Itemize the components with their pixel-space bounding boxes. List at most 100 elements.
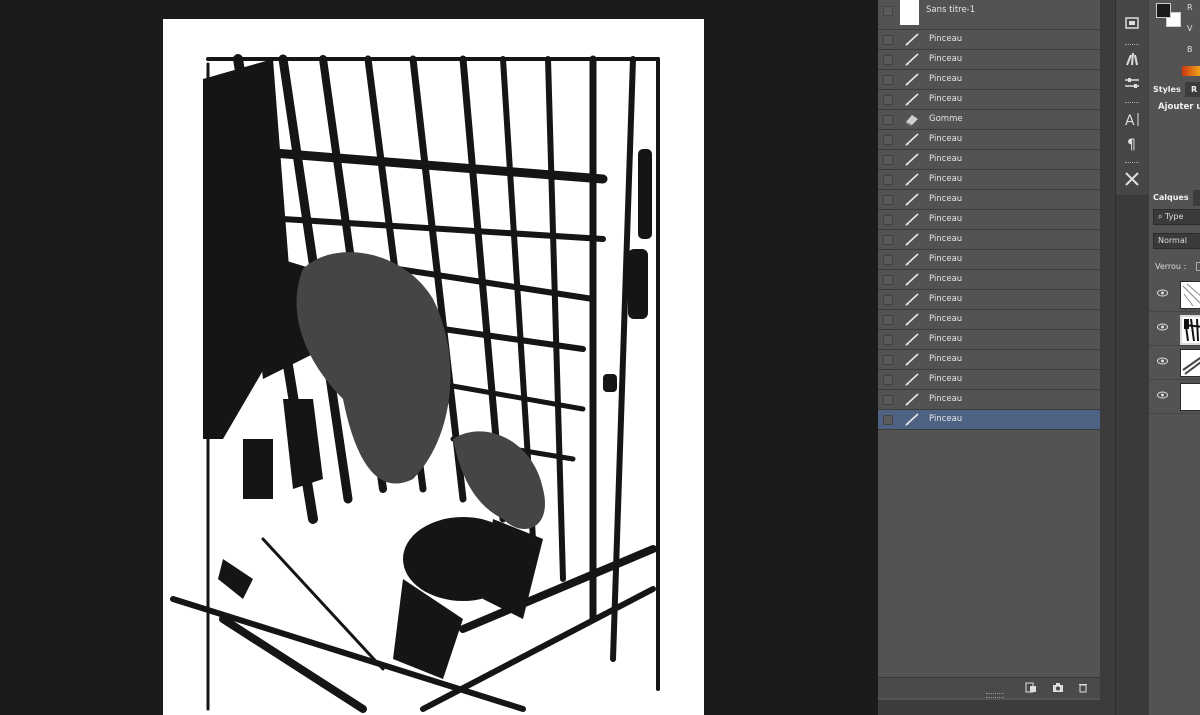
history-step-label: Pinceau <box>929 314 963 324</box>
layer-thumbnail <box>1180 315 1200 345</box>
brush-icon <box>904 172 920 187</box>
history-step-checkbox[interactable] <box>883 95 893 105</box>
character-icon[interactable]: A <box>1123 110 1141 128</box>
history-step-label: Gomme <box>929 114 963 124</box>
panel-resize-grip[interactable] <box>986 693 1004 698</box>
history-step[interactable]: Pinceau <box>878 390 1100 410</box>
history-step-checkbox[interactable] <box>883 355 893 365</box>
history-snapshot[interactable]: Sans titre-1 <box>878 0 1100 30</box>
right-panel-column: R V B Styles R Ajouter un Calques ⌕ Type… <box>1149 0 1200 715</box>
layer-thumbnail <box>1180 349 1200 377</box>
brush-icon <box>904 152 920 167</box>
history-step-checkbox[interactable] <box>883 175 893 185</box>
history-step[interactable]: Pinceau <box>878 130 1100 150</box>
history-step-checkbox[interactable] <box>883 195 893 205</box>
history-step-label: Pinceau <box>929 194 963 204</box>
color-ramp[interactable] <box>1182 66 1200 76</box>
history-step-checkbox[interactable] <box>883 275 893 285</box>
panel-group-grip[interactable] <box>1125 44 1139 47</box>
sketch-artwork <box>170 54 660 713</box>
tool-presets-icon[interactable] <box>1123 170 1141 188</box>
history-step[interactable]: Pinceau <box>878 410 1100 430</box>
history-step-checkbox[interactable] <box>883 315 893 325</box>
panel-dock-bottom <box>878 700 1100 715</box>
brush-icon <box>904 132 920 147</box>
brush-presets-icon[interactable] <box>1123 50 1141 68</box>
layer-filter-select[interactable]: ⌕ Type <box>1153 209 1200 225</box>
history-step[interactable]: Pinceau <box>878 330 1100 350</box>
history-step-label: Pinceau <box>929 94 963 104</box>
history-step-checkbox[interactable] <box>883 75 893 85</box>
history-step-checkbox[interactable] <box>883 115 893 125</box>
layer-row-selected[interactable] <box>1149 312 1200 346</box>
history-step[interactable]: Pinceau <box>878 250 1100 270</box>
history-step[interactable]: Pinceau <box>878 50 1100 70</box>
canvas-area[interactable] <box>0 0 878 715</box>
history-step-checkbox[interactable] <box>883 415 893 425</box>
history-step-checkbox[interactable] <box>883 295 893 305</box>
history-step-checkbox[interactable] <box>883 155 893 165</box>
layer-row[interactable] <box>1149 346 1200 380</box>
panel-group-grip[interactable] <box>1125 162 1139 165</box>
brush-icon <box>904 192 920 207</box>
new-document-from-state-icon[interactable] <box>1025 682 1037 693</box>
history-step[interactable]: Pinceau <box>878 350 1100 370</box>
history-step-checkbox[interactable] <box>883 55 893 65</box>
foreground-color-swatch[interactable] <box>1156 3 1171 18</box>
eye-icon[interactable] <box>1157 289 1168 297</box>
history-step[interactable]: Pinceau <box>878 370 1100 390</box>
camera-icon[interactable] <box>1052 682 1064 693</box>
history-step-label: Pinceau <box>929 174 963 184</box>
brush-icon <box>904 92 920 107</box>
lock-transparency-checkbox[interactable] <box>1196 262 1200 271</box>
history-step-label: Pinceau <box>929 294 963 304</box>
tab-styles[interactable]: Styles <box>1149 82 1185 98</box>
history-step[interactable]: Pinceau <box>878 190 1100 210</box>
tab-layers[interactable]: Calques <box>1149 190 1193 206</box>
history-step[interactable]: Pinceau <box>878 90 1100 110</box>
brush-icon <box>904 332 920 347</box>
history-step[interactable]: Pinceau <box>878 210 1100 230</box>
history-step-label: Pinceau <box>929 354 963 364</box>
layer-row[interactable] <box>1149 380 1200 414</box>
eye-icon[interactable] <box>1157 357 1168 365</box>
channel-r-label: R <box>1187 3 1193 12</box>
history-step-label: Pinceau <box>929 54 963 64</box>
add-style-label[interactable]: Ajouter un <box>1158 102 1200 112</box>
history-step[interactable]: Pinceau <box>878 270 1100 290</box>
navigator-icon[interactable] <box>1123 14 1141 32</box>
history-step[interactable]: Pinceau <box>878 310 1100 330</box>
history-step-checkbox[interactable] <box>883 135 893 145</box>
history-step-checkbox[interactable] <box>883 375 893 385</box>
panel-group-grip[interactable] <box>1125 102 1139 105</box>
blend-mode-select[interactable]: Normal <box>1153 233 1200 249</box>
history-step-label: Pinceau <box>929 34 963 44</box>
history-step[interactable]: Gomme <box>878 110 1100 130</box>
history-step[interactable]: Pinceau <box>878 290 1100 310</box>
history-step-checkbox[interactable] <box>883 255 893 265</box>
history-step-label: Pinceau <box>929 394 963 404</box>
history-step-checkbox[interactable] <box>883 35 893 45</box>
history-step-checkbox[interactable] <box>883 395 893 405</box>
history-step[interactable]: Pinceau <box>878 150 1100 170</box>
document-canvas[interactable] <box>163 19 704 715</box>
history-step-label: Pinceau <box>929 254 963 264</box>
tab-r[interactable]: R <box>1187 82 1200 98</box>
collapsed-panel-strip: A ¶ <box>1115 0 1150 715</box>
paragraph-icon[interactable]: ¶ <box>1123 134 1141 152</box>
lock-label: Verrou : <box>1155 262 1187 271</box>
history-step[interactable]: Pinceau <box>878 30 1100 50</box>
trash-icon[interactable] <box>1077 682 1089 693</box>
eye-icon[interactable] <box>1157 323 1168 331</box>
layer-row[interactable] <box>1149 278 1200 312</box>
snapshot-checkbox[interactable] <box>883 6 893 16</box>
eye-icon[interactable] <box>1157 391 1168 399</box>
history-step[interactable]: Pinceau <box>878 70 1100 90</box>
brush-icon <box>904 352 920 367</box>
history-step-checkbox[interactable] <box>883 215 893 225</box>
history-step[interactable]: Pinceau <box>878 170 1100 190</box>
history-step[interactable]: Pinceau <box>878 230 1100 250</box>
brush-settings-icon[interactable] <box>1123 74 1141 92</box>
history-step-checkbox[interactable] <box>883 335 893 345</box>
history-step-checkbox[interactable] <box>883 235 893 245</box>
